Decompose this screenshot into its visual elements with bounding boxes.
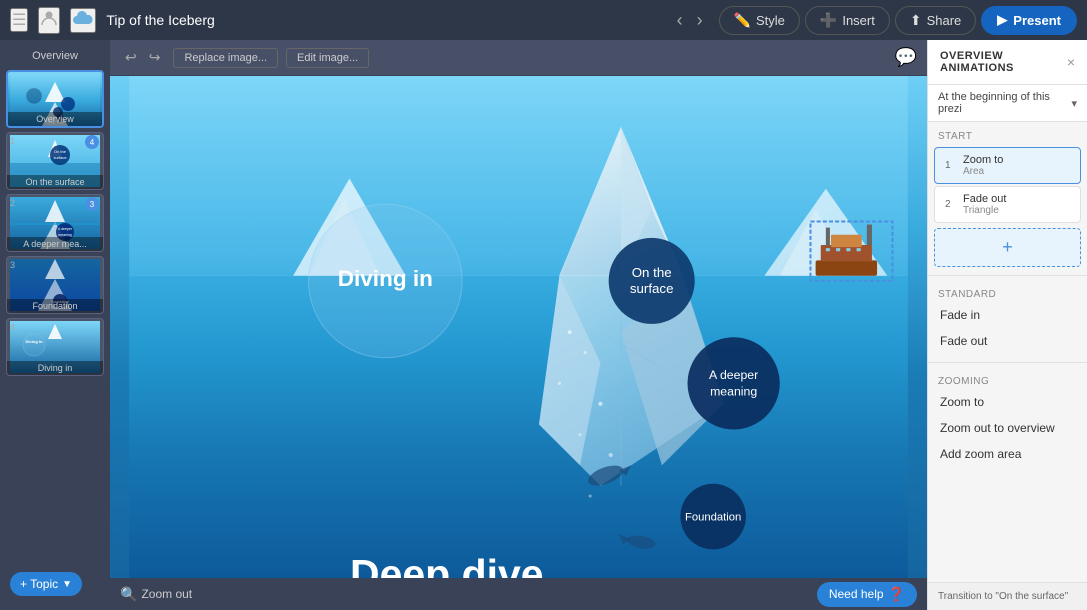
zoom-icon: 🔍	[120, 586, 137, 603]
user-icon[interactable]	[38, 7, 60, 34]
slide-num-3: 3	[10, 260, 15, 270]
start-label: Start	[936, 127, 974, 146]
insert-button[interactable]: ➕ Insert	[805, 6, 890, 35]
divider-2	[928, 362, 1087, 363]
comment-icon[interactable]: 💬	[895, 47, 917, 68]
right-panel: OVERVIEW ANIMATIONS × At the beginning o…	[927, 40, 1087, 610]
zoom-out-button[interactable]: 🔍 Zoom out	[120, 586, 192, 603]
zooming-label: ZOOMING	[928, 368, 999, 391]
add-zoom-area-item[interactable]: Add zoom area	[928, 441, 1087, 467]
undo-button[interactable]: ↩	[120, 47, 142, 68]
help-icon: ❓	[888, 586, 905, 603]
app-title: Tip of the Iceberg	[106, 12, 660, 28]
slide-num-2: 2	[10, 198, 15, 208]
svg-text:Deep dive: Deep dive	[350, 551, 544, 578]
fade-out-item[interactable]: Fade out	[928, 328, 1087, 354]
anim-info-2: Fade out Triangle	[963, 193, 1070, 216]
slide-label-1: On the surface	[7, 175, 103, 189]
edit-image-button[interactable]: Edit image...	[286, 48, 369, 68]
anim-item-2[interactable]: 2 Fade out Triangle	[934, 186, 1081, 223]
slide-label-3: Foundation	[7, 299, 103, 313]
toolbar-buttons: ✏️ Style ➕ Insert ⬆ Share ▶ Present	[719, 6, 1077, 35]
slide-num-4: 4	[10, 322, 15, 332]
style-icon: ✏️	[734, 12, 751, 29]
add-animation-button[interactable]: +	[934, 228, 1081, 267]
anim-target-2: Triangle	[963, 205, 1070, 216]
canvas[interactable]: Diving in On the surface A deeper meanin…	[110, 76, 927, 578]
slide-thumb-2[interactable]: 3 2 A deeper meaning A deeper mea...	[6, 194, 104, 252]
redo-button[interactable]: ↪	[144, 47, 166, 68]
svg-text:On the: On the	[632, 265, 672, 280]
secondary-toolbar: ↩ ↪ Replace image... Edit image... 💬	[110, 40, 927, 76]
slide-thumb-4[interactable]: 4 Diving in Diving in	[6, 318, 104, 376]
cloud-icon[interactable]	[70, 8, 96, 33]
zooming-section: ZOOMING Zoom to Zoom out to overview Add…	[928, 367, 1087, 471]
anim-item-1[interactable]: 1 Zoom to Area	[934, 147, 1081, 184]
panel-header: OVERVIEW ANIMATIONS ×	[928, 40, 1087, 85]
dropdown-arrow-icon: ▼	[62, 579, 72, 590]
anim-num-1: 1	[945, 160, 957, 171]
bottom-bar: 🔍 Zoom out Need help ❓	[110, 578, 927, 610]
svg-text:Diving in: Diving in	[26, 339, 43, 344]
style-button[interactable]: ✏️ Style	[719, 6, 800, 35]
nav-arrows: ‹ ›	[671, 6, 709, 35]
svg-text:Foundation: Foundation	[685, 512, 741, 524]
panel-title: OVERVIEW ANIMATIONS	[940, 50, 1067, 74]
slide-badge-2: 3	[85, 197, 99, 211]
slide-badge-1: 4	[85, 135, 99, 149]
slide-label-2: A deeper mea...	[7, 237, 103, 251]
dropdown-icon: ▾	[1071, 97, 1077, 110]
slide-thumb-1[interactable]: 4 1 On the surface On the surface	[6, 132, 104, 190]
nav-prev[interactable]: ‹	[671, 6, 689, 35]
svg-text:A deeper: A deeper	[709, 368, 758, 382]
panel-dropdown[interactable]: At the beginning of this prezi ▾	[928, 85, 1087, 122]
panel-footer: Transition to "On the surface"	[928, 582, 1087, 610]
svg-text:On the: On the	[54, 149, 67, 154]
insert-icon: ➕	[820, 12, 837, 29]
divider-1	[928, 275, 1087, 276]
svg-text:meaning: meaning	[710, 385, 757, 399]
svg-text:A deeper: A deeper	[58, 227, 73, 231]
overview-label: Overview	[6, 48, 104, 66]
present-icon: ▶	[997, 12, 1007, 28]
nav-next[interactable]: ›	[691, 6, 709, 35]
anim-name-2: Fade out	[963, 193, 1070, 205]
standard-label: STANDARD	[928, 281, 1006, 304]
add-topic-label: + Topic	[20, 577, 58, 591]
replace-image-button[interactable]: Replace image...	[173, 48, 278, 68]
need-help-button[interactable]: Need help ❓	[817, 582, 917, 607]
panel-close-button[interactable]: ×	[1067, 54, 1075, 70]
svg-text:surface: surface	[53, 155, 67, 160]
svg-text:meaning: meaning	[58, 233, 71, 237]
undo-redo-buttons: ↩ ↪	[120, 47, 165, 68]
anim-target-1: Area	[963, 166, 1070, 177]
anim-name-1: Zoom to	[963, 154, 1070, 166]
share-icon: ⬆	[910, 12, 922, 29]
svg-text:Diving in: Diving in	[338, 266, 433, 291]
anim-info-1: Zoom to Area	[963, 154, 1070, 177]
slide-num-1: 1	[10, 136, 15, 146]
slide-thumb-3[interactable]: 3 Foundation Foundation	[6, 256, 104, 314]
slide-thumb-overview[interactable]: Deep dive Overview	[6, 70, 104, 128]
zoom-to-item[interactable]: Zoom to	[928, 389, 1087, 415]
main-area: Overview	[0, 40, 1087, 610]
hamburger-icon[interactable]: ☰	[10, 8, 28, 32]
standard-section: STANDARD Fade in Fade out	[928, 280, 1087, 358]
present-button[interactable]: ▶ Present	[981, 6, 1077, 35]
fade-in-item[interactable]: Fade in	[928, 302, 1087, 328]
zoom-out-overview-item[interactable]: Zoom out to overview	[928, 415, 1087, 441]
slide-label-overview: Overview	[8, 112, 102, 126]
share-button[interactable]: ⬆ Share	[895, 6, 976, 35]
top-bar: ☰ Tip of the Iceberg ‹ › ✏️ Style ➕ Inse…	[0, 0, 1087, 40]
sidebar: Overview	[0, 40, 110, 610]
slide-label-4: Diving in	[7, 361, 103, 375]
svg-text:surface: surface	[630, 281, 674, 296]
add-topic-button[interactable]: + Topic ▼	[10, 572, 82, 596]
anim-num-2: 2	[945, 199, 957, 210]
